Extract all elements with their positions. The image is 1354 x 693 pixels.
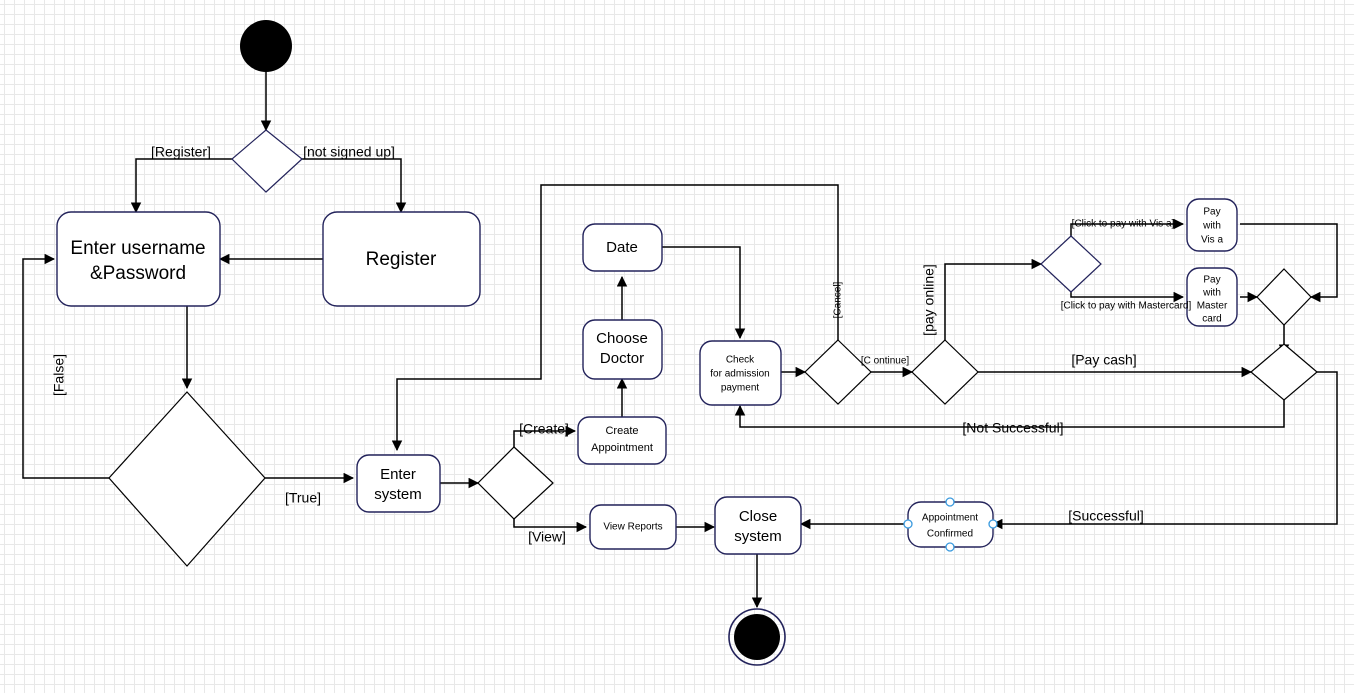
diagram-canvas[interactable]: Enter username &Password Register Enter … (0, 0, 1354, 693)
enter-system-label-line2: system (374, 486, 422, 503)
activity-enter-credentials[interactable]: Enter username &Password (56, 211, 221, 307)
enter-system-label-line1: Enter (380, 466, 416, 483)
choose-doctor-label-line1: Choose (596, 330, 648, 347)
view-reports-label: View Reports (603, 522, 662, 533)
decision-card[interactable] (1040, 235, 1102, 293)
selection-handle-left[interactable] (903, 519, 913, 529)
check-payment-label-line2: for admission (710, 369, 769, 380)
activity-pay-mastercard[interactable]: Pay with Master card (1186, 267, 1238, 327)
pay-mastercard-label-line1: Pay (1203, 275, 1220, 286)
activity-close-system[interactable]: Close system (714, 496, 802, 555)
guard-create: [Create] (519, 421, 569, 437)
pay-mastercard-label-line2: with (1202, 288, 1221, 299)
edge-pay-online-to-card-decision (944, 258, 1043, 340)
guard-true: [True] (285, 490, 321, 506)
create-appointment-label-line1: Create (605, 425, 638, 437)
register-label: Register (366, 249, 437, 270)
initial-node[interactable] (240, 20, 292, 72)
pay-visa-label-line1: Pay (1203, 207, 1220, 218)
edge-date-to-check-payment (662, 246, 746, 340)
appointment-confirmed-label-line2: Confirmed (927, 529, 973, 540)
edge-signup-to-credentials (130, 158, 232, 214)
activity-pay-visa[interactable]: Pay with Vis a (1186, 198, 1238, 252)
activity-date[interactable]: Date (582, 223, 663, 272)
guard-view: [View] (528, 529, 566, 545)
guard-click-visa: [Click to pay with Vis a] (1072, 219, 1175, 230)
create-appointment-label-line2: Appointment (591, 442, 653, 454)
decision-paymode[interactable] (911, 339, 979, 405)
check-payment-label-line3: payment (721, 383, 760, 394)
guard-cancel: [Cancel] (833, 281, 844, 318)
final-node[interactable] (728, 608, 786, 666)
choose-doctor-label-line2: Doctor (600, 350, 644, 367)
pay-mastercard-label-line3: Master (1197, 301, 1228, 312)
activity-diagram-svg[interactable]: Enter username &Password Register Enter … (0, 0, 1354, 693)
pay-mastercard-label-line4: card (1202, 314, 1221, 325)
edge-signup-to-register (302, 158, 407, 214)
activity-enter-system[interactable]: Enter system (356, 454, 441, 513)
guard-pay-cash: [Pay cash] (1071, 352, 1136, 368)
merge-card[interactable] (1256, 268, 1312, 326)
activity-create-appointment[interactable]: Create Appointment (577, 416, 667, 465)
guard-continue: [C ontinue] (861, 356, 910, 367)
merge-result[interactable] (1250, 343, 1318, 401)
guard-successful: [Successful] (1068, 508, 1143, 524)
decision-cancel[interactable] (804, 339, 872, 405)
edge-action-view-to-reports (513, 519, 588, 533)
enter-credentials-label-line2: &Password (90, 263, 186, 284)
appointment-confirmed-label-line1: Appointment (922, 513, 978, 524)
guard-not-successful: [Not Successful] (962, 420, 1063, 436)
activity-choose-doctor[interactable]: Choose Doctor (582, 319, 663, 380)
selection-handle-bottom[interactable] (945, 542, 955, 552)
pay-visa-label-line3: Vis a (1201, 235, 1223, 246)
date-label: Date (606, 239, 638, 256)
decision-auth[interactable] (108, 391, 266, 567)
decision-signup[interactable] (231, 129, 303, 193)
check-payment-label-line1: Check (726, 355, 755, 366)
pay-visa-label-line2: with (1202, 221, 1221, 232)
selection-handle-top[interactable] (945, 497, 955, 507)
close-system-label-line1: Close (739, 508, 777, 525)
guard-click-mastercard: [Click to pay with Mastercard] (1061, 301, 1192, 312)
guard-false: [False] (51, 354, 67, 396)
guard-register: [Register] (151, 144, 211, 160)
guard-pay-online: [pay online] (921, 264, 937, 336)
selection-handle-right[interactable] (988, 519, 998, 529)
activity-check-payment[interactable]: Check for admission payment (699, 340, 782, 406)
decision-action[interactable] (477, 446, 554, 520)
close-system-label-line2: system (734, 528, 782, 545)
activity-register[interactable]: Register (322, 211, 481, 307)
activity-appointment-confirmed[interactable]: Appointment Confirmed (903, 497, 998, 552)
guard-not-signed-up: [not signed up] (303, 144, 395, 160)
edge-card-to-pay-mastercard (1070, 291, 1185, 303)
activity-view-reports[interactable]: View Reports (589, 504, 677, 550)
enter-credentials-label-line1: Enter username (70, 238, 205, 259)
